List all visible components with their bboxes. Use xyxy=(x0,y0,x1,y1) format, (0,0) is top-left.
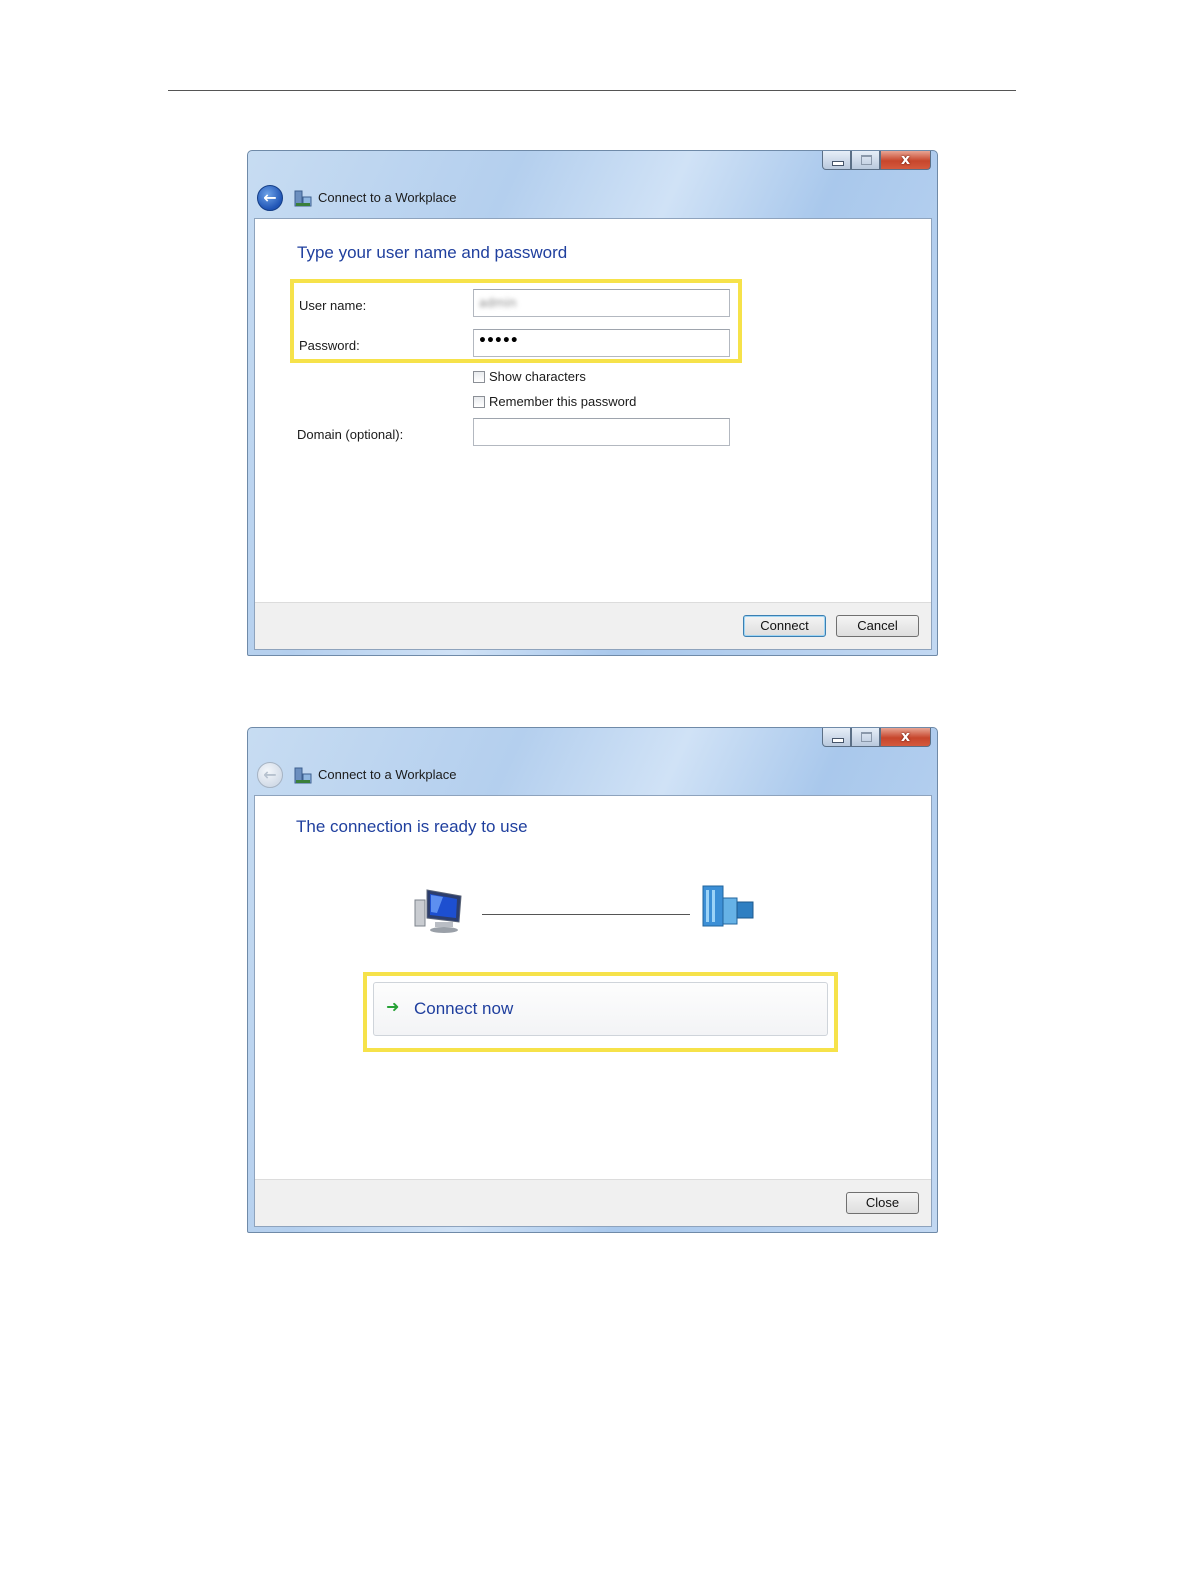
maximize-button[interactable] xyxy=(851,728,880,747)
wizard-content: Type your user name and password User na… xyxy=(254,218,932,650)
back-button[interactable]: ← xyxy=(257,762,283,788)
connect-workplace-window-credentials: x ← Connect to a Workplace Type your use… xyxy=(247,150,938,656)
domain-label: Domain (optional): xyxy=(297,427,404,442)
page-heading: The connection is ready to use xyxy=(296,817,528,836)
page-header-rule xyxy=(168,90,1016,91)
window-caption-buttons: x xyxy=(822,728,931,748)
domain-field[interactable] xyxy=(473,418,730,446)
connect-workplace-window-ready: x ← Connect to a Workplace The connectio… xyxy=(247,727,938,1233)
minimize-icon xyxy=(832,161,844,166)
connect-now-label: Connect now xyxy=(414,999,514,1018)
minimize-icon xyxy=(832,738,844,743)
credentials-highlight xyxy=(290,279,742,363)
remember-password-checkbox[interactable]: Remember this password xyxy=(473,394,636,409)
computer-icon xyxy=(414,889,462,933)
window-title: Connect to a Workplace xyxy=(318,190,457,205)
back-arrow-icon: ← xyxy=(263,765,277,784)
connection-line xyxy=(482,914,690,915)
minimize-button[interactable] xyxy=(822,728,851,747)
maximize-button[interactable] xyxy=(851,151,880,170)
show-characters-label: Show characters xyxy=(489,369,586,384)
close-button[interactable]: Close xyxy=(846,1192,919,1214)
window-title: Connect to a Workplace xyxy=(318,767,457,782)
close-icon: x xyxy=(900,729,911,745)
close-window-button[interactable]: x xyxy=(880,728,931,747)
close-icon: x xyxy=(900,152,911,168)
close-window-button[interactable]: x xyxy=(880,151,931,170)
page-heading: Type your user name and password xyxy=(297,243,568,262)
connect-now-button[interactable]: ➜ Connect now xyxy=(373,982,828,1036)
green-arrow-icon: ➜ xyxy=(386,997,400,1016)
minimize-button[interactable] xyxy=(822,151,851,170)
checkbox-box xyxy=(473,395,485,408)
maximize-icon xyxy=(861,155,872,165)
workplace-network-icon xyxy=(294,190,312,207)
show-characters-checkbox[interactable]: Show characters xyxy=(473,369,586,384)
back-button[interactable]: ← xyxy=(257,185,283,211)
wizard-footer: Connect Cancel xyxy=(255,602,931,649)
workplace-server-icon xyxy=(702,885,754,927)
remember-password-label: Remember this password xyxy=(489,394,637,409)
back-arrow-icon: ← xyxy=(263,188,277,207)
window-caption-buttons: x xyxy=(822,151,931,171)
cancel-button[interactable]: Cancel xyxy=(836,615,919,637)
maximize-icon xyxy=(861,732,872,742)
wizard-footer: Close xyxy=(255,1179,931,1226)
workplace-network-icon xyxy=(294,767,312,784)
wizard-content: The connection is ready to use ➜ Connect… xyxy=(254,795,932,1227)
connect-button[interactable]: Connect xyxy=(743,615,826,637)
checkbox-box xyxy=(473,370,485,383)
